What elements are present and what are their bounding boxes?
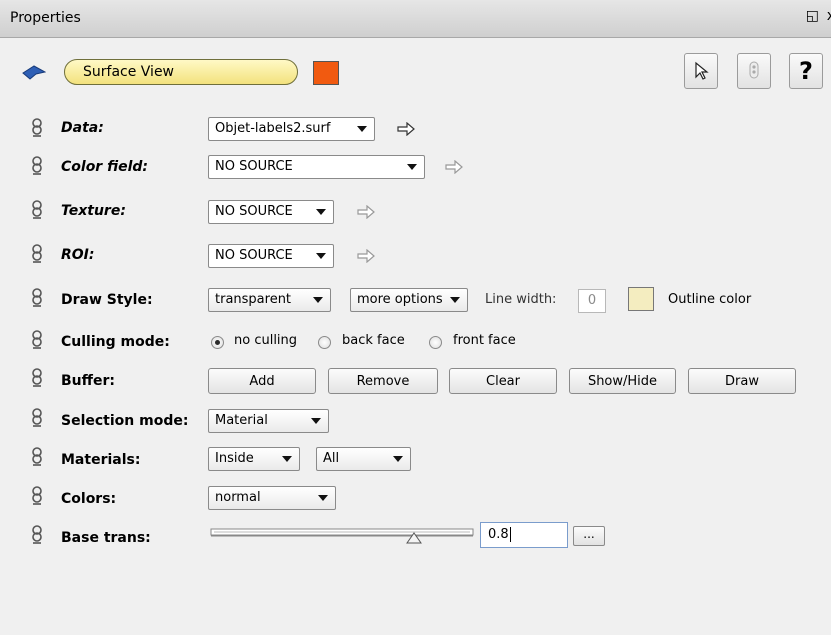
cursor-arrow-icon: [695, 61, 709, 80]
outline-color-swatch[interactable]: [628, 287, 654, 311]
pin-icon[interactable]: [28, 243, 46, 265]
roi-combo-value: NO SOURCE: [215, 248, 293, 263]
selection-mode-value: Material: [215, 413, 268, 428]
base-trans-input[interactable]: 0.8: [480, 522, 568, 548]
pin-icon[interactable]: [28, 446, 46, 468]
more-options-label: more options: [357, 292, 443, 307]
chevron-down-icon: [318, 495, 328, 501]
materials-filter-value: All: [323, 451, 340, 466]
chevron-down-icon: [316, 253, 326, 259]
texture-label: Texture:: [61, 203, 126, 219]
panel-title: Properties: [10, 10, 81, 26]
pin-icon[interactable]: [28, 155, 46, 177]
chevron-down-icon: [316, 209, 326, 215]
materials-value: Inside: [215, 451, 254, 466]
roi-label: ROI:: [61, 247, 95, 263]
base-trans-label: Base trans:: [61, 530, 151, 546]
draw-button[interactable]: Draw: [688, 368, 796, 394]
selection-mode-label: Selection mode:: [61, 413, 189, 429]
pin-icon[interactable]: [28, 367, 46, 389]
draw-style-combo-value: transparent: [215, 292, 292, 307]
texture-combo-value: NO SOURCE: [215, 204, 293, 219]
outline-color-label: Outline color: [668, 292, 752, 307]
materials-filter-combo[interactable]: All: [316, 447, 411, 471]
buffer-label: Buffer:: [61, 373, 115, 389]
roi-combo[interactable]: NO SOURCE: [208, 244, 334, 268]
pin-icon[interactable]: [28, 287, 46, 309]
chevron-down-icon: [357, 126, 367, 132]
more-options-button[interactable]: more options: [350, 288, 468, 312]
connect-arrow-icon[interactable]: [445, 160, 463, 174]
colors-value: normal: [215, 490, 261, 505]
add-button[interactable]: Add: [208, 368, 316, 394]
panel-titlebar: Properties ◱ x: [0, 0, 831, 38]
pin-icon[interactable]: [28, 485, 46, 507]
color-field-combo[interactable]: NO SOURCE: [208, 155, 425, 179]
base-trans-value: 0.8: [488, 527, 509, 542]
help-icon: ?: [799, 57, 813, 85]
chevron-down-icon: [393, 456, 403, 462]
surface-view-icon: [22, 65, 46, 80]
line-width-label: Line width:: [485, 292, 557, 307]
connect-arrow-icon[interactable]: [357, 205, 375, 219]
pin-icon[interactable]: [28, 199, 46, 221]
radio-front-face[interactable]: [429, 336, 442, 349]
pin-icon[interactable]: [28, 329, 46, 351]
colors-combo[interactable]: normal: [208, 486, 336, 510]
materials-combo[interactable]: Inside: [208, 447, 300, 471]
pin-icon: [749, 61, 759, 79]
materials-label: Materials:: [61, 452, 141, 468]
remove-button[interactable]: Remove: [328, 368, 438, 394]
module-color-swatch[interactable]: [313, 61, 339, 85]
pin-icon[interactable]: [28, 524, 46, 546]
chevron-down-icon: [311, 418, 321, 424]
pointer-button[interactable]: [684, 53, 718, 89]
base-trans-more-button[interactable]: ...: [573, 526, 605, 546]
data-combo-value: Objet-labels2.surf: [215, 121, 331, 136]
data-combo[interactable]: Objet-labels2.surf: [208, 117, 375, 141]
show-hide-button[interactable]: Show/Hide: [569, 368, 676, 394]
float-icon[interactable]: ◱: [806, 8, 819, 24]
radio-no-culling[interactable]: [211, 336, 224, 349]
draw-style-label: Draw Style:: [61, 292, 153, 308]
chevron-down-icon: [313, 297, 323, 303]
pin-icon[interactable]: [28, 117, 46, 139]
pin-icon[interactable]: [28, 407, 46, 429]
chevron-down-icon: [450, 297, 460, 303]
chevron-down-icon: [282, 456, 292, 462]
front-face-label: front face: [453, 333, 516, 348]
chevron-down-icon: [407, 164, 417, 170]
back-face-label: back face: [342, 333, 405, 348]
help-button[interactable]: ?: [789, 53, 823, 89]
connect-arrow-icon[interactable]: [357, 249, 375, 263]
color-field-combo-value: NO SOURCE: [215, 159, 293, 174]
draw-style-combo[interactable]: transparent: [208, 288, 331, 312]
selection-mode-combo[interactable]: Material: [208, 409, 329, 433]
base-trans-slider[interactable]: [210, 527, 475, 545]
clear-button[interactable]: Clear: [449, 368, 557, 394]
close-icon[interactable]: x: [827, 8, 831, 24]
texture-combo[interactable]: NO SOURCE: [208, 200, 334, 224]
data-label: Data:: [61, 120, 104, 136]
color-field-label: Color field:: [61, 159, 149, 175]
culling-mode-label: Culling mode:: [61, 334, 170, 350]
colors-label: Colors:: [61, 491, 117, 507]
connect-arrow-icon[interactable]: [397, 122, 415, 136]
no-culling-label: no culling: [234, 333, 298, 348]
pin-toggle-button[interactable]: [737, 53, 771, 89]
line-width-field[interactable]: 0: [578, 289, 606, 313]
radio-back-face[interactable]: [318, 336, 331, 349]
module-name-pill[interactable]: Surface View: [64, 59, 298, 85]
